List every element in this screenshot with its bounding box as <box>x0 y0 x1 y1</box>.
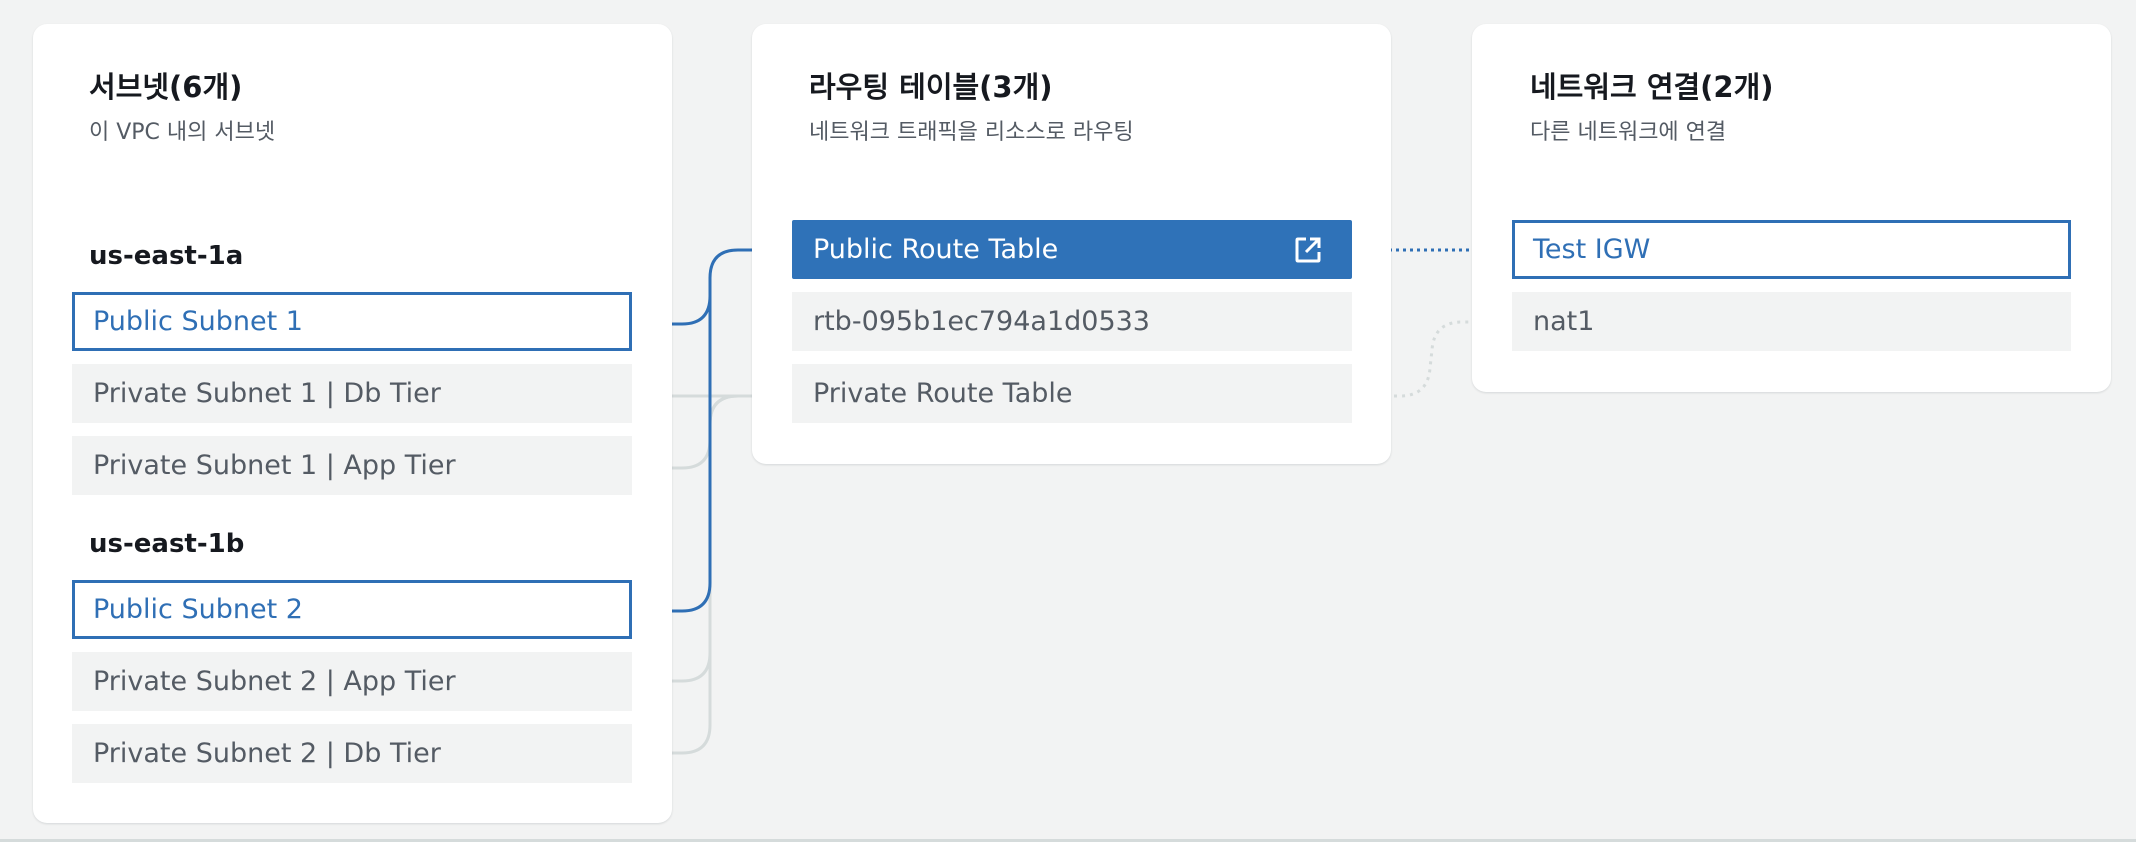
connections-panel: 네트워크 연결(2개) 다른 네트워크에 연결 Test IGW nat1 <box>1472 24 2111 392</box>
subnet-private-subnet-1-db-tier[interactable]: Private Subnet 1 | Db Tier <box>72 364 632 423</box>
route-table-public-label: Public Route Table <box>813 234 1059 265</box>
route-tables-title: 라우팅 테이블(3개) <box>809 70 1053 104</box>
subnets-subtitle: 이 VPC 내의 서브넷 <box>89 120 276 145</box>
subnet-private-subnet-1-app-tier[interactable]: Private Subnet 1 | App Tier <box>72 436 632 495</box>
subnet-public-subnet-1[interactable]: Public Subnet 1 <box>72 292 632 351</box>
route-table-private[interactable]: Private Route Table <box>792 364 1352 423</box>
subnet-private-subnet-2-db-tier[interactable]: Private Subnet 2 | Db Tier <box>72 724 632 783</box>
subnet-public-subnet-2[interactable]: Public Subnet 2 <box>72 580 632 639</box>
route-table-id[interactable]: rtb-095b1ec794a1d0533 <box>792 292 1352 351</box>
route-table-public[interactable]: Public Route Table <box>792 220 1352 279</box>
connection-test-igw[interactable]: Test IGW <box>1512 220 2071 279</box>
subnets-title: 서브넷(6개) <box>89 70 243 104</box>
az-label-us-east-1b: us-east-1b <box>89 529 245 559</box>
route-tables-panel: 라우팅 테이블(3개) 네트워크 트래픽을 리소스로 라우팅 Public Ro… <box>752 24 1391 464</box>
az-label-us-east-1a: us-east-1a <box>89 241 244 271</box>
route-tables-subtitle: 네트워크 트래픽을 리소스로 라우팅 <box>809 120 1134 145</box>
connections-subtitle: 다른 네트워크에 연결 <box>1530 120 1727 145</box>
subnets-panel: 서브넷(6개) 이 VPC 내의 서브넷 us-east-1a Public S… <box>33 24 672 823</box>
connections-title: 네트워크 연결(2개) <box>1530 70 1774 104</box>
subnet-private-subnet-2-app-tier[interactable]: Private Subnet 2 | App Tier <box>72 652 632 711</box>
connection-nat1[interactable]: nat1 <box>1512 292 2071 351</box>
external-link-icon[interactable] <box>1293 235 1323 265</box>
